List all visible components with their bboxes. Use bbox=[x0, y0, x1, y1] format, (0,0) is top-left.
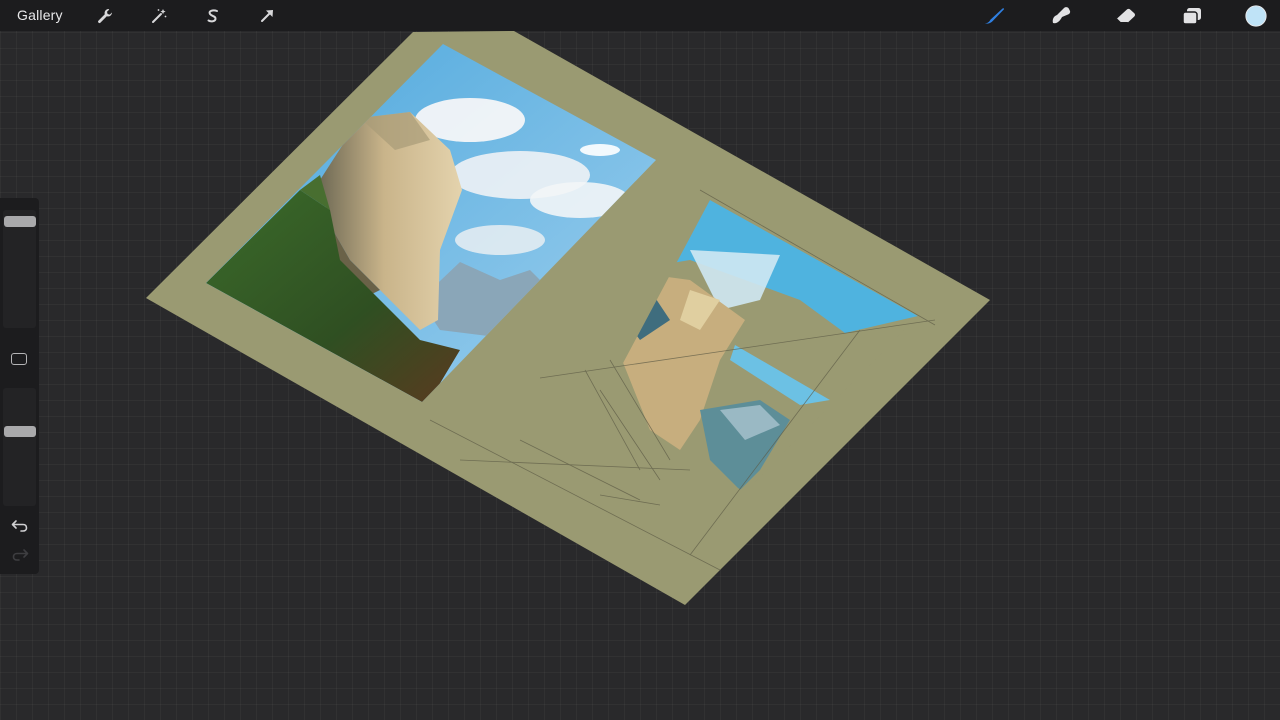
brush-icon[interactable] bbox=[983, 4, 1007, 28]
modify-button[interactable] bbox=[11, 353, 27, 365]
eraser-icon[interactable] bbox=[1114, 4, 1138, 28]
selection-s-icon[interactable] bbox=[201, 4, 225, 28]
brush-opacity-handle[interactable] bbox=[4, 425, 36, 437]
redo-icon[interactable] bbox=[10, 547, 30, 563]
smudge-icon[interactable] bbox=[1049, 4, 1073, 28]
color-swatch[interactable] bbox=[1244, 4, 1268, 28]
brush-size-handle[interactable] bbox=[4, 216, 36, 228]
actions-wrench-icon[interactable] bbox=[93, 4, 117, 28]
gallery-button[interactable]: Gallery bbox=[17, 6, 63, 24]
brush-opacity-slider[interactable] bbox=[3, 388, 36, 506]
top-toolbar: Gallery bbox=[0, 0, 1280, 31]
layers-icon[interactable] bbox=[1180, 4, 1204, 28]
left-sidebar bbox=[0, 198, 39, 574]
brush-size-slider[interactable] bbox=[3, 210, 36, 328]
artwork-canvas[interactable] bbox=[0, 0, 1280, 720]
transform-arrow-icon[interactable] bbox=[255, 4, 279, 28]
adjustments-wand-icon[interactable] bbox=[147, 4, 171, 28]
undo-icon[interactable] bbox=[10, 518, 30, 534]
